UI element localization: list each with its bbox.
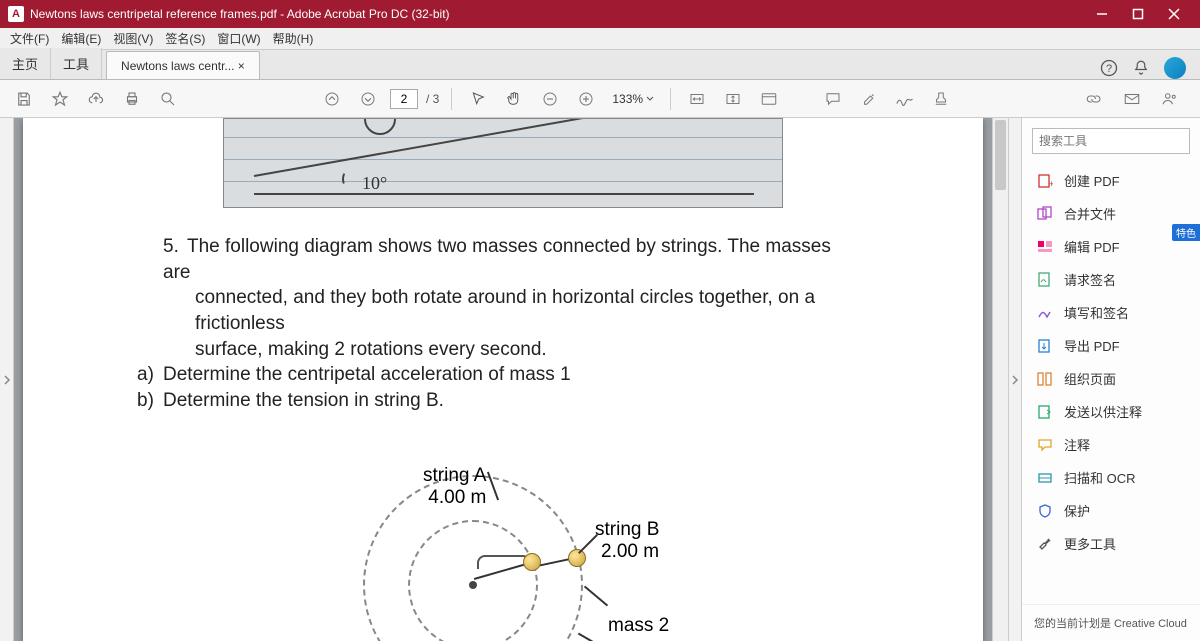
window-title: Newtons laws centripetal reference frame… [30, 7, 1084, 21]
tool-send-comment[interactable]: 发送以供注释 [1022, 395, 1200, 428]
tool-fill-sign[interactable]: 填写和签名 [1022, 296, 1200, 329]
menu-help[interactable]: 帮助(H) [267, 30, 320, 47]
vertical-scrollbar[interactable] [992, 118, 1008, 641]
tools-panel: 特色 +创建 PDF 合并文件 编辑 PDF 请求签名 填写和签名 导出 PDF… [1022, 118, 1200, 641]
document-pane[interactable]: 10° 5.The following diagram shows two ma… [14, 118, 992, 641]
page-up-icon[interactable] [318, 85, 346, 113]
circular-motion-diagram: string A 4.00 m string B 2.00 m mass 2 m… [333, 425, 693, 641]
menu-file[interactable]: 文件(F) [4, 30, 55, 47]
tool-comment[interactable]: 注释 [1022, 428, 1200, 461]
page-down-icon[interactable] [354, 85, 382, 113]
tool-create-pdf[interactable]: +创建 PDF [1022, 164, 1200, 197]
page-number-input[interactable] [390, 89, 418, 109]
send-comment-icon [1036, 403, 1054, 421]
tabs-bar: 主页 工具 Newtons laws centr... × ? [0, 50, 1200, 80]
wrench-icon [1036, 535, 1054, 553]
left-panel-toggle[interactable] [0, 118, 14, 641]
zoom-out-icon[interactable] [536, 85, 564, 113]
export-pdf-icon [1036, 337, 1054, 355]
sign-pen-icon[interactable] [891, 85, 919, 113]
fit-page-icon[interactable] [719, 85, 747, 113]
nav-tools[interactable]: 工具 [51, 48, 102, 79]
acrobat-app-icon: A [8, 6, 24, 22]
user-avatar[interactable] [1164, 57, 1186, 79]
menu-sign[interactable]: 签名(S) [159, 30, 211, 47]
print-icon[interactable] [118, 85, 146, 113]
scanned-diagram-1: 10° [223, 118, 783, 208]
label-mass-2: mass 2 [608, 615, 669, 637]
tool-export-pdf[interactable]: 导出 PDF [1022, 329, 1200, 362]
menu-edit[interactable]: 编辑(E) [55, 30, 107, 47]
protect-icon [1036, 502, 1054, 520]
tool-organize[interactable]: 组织页面 [1022, 362, 1200, 395]
maximize-button[interactable] [1120, 0, 1156, 28]
combine-icon [1036, 205, 1054, 223]
highlight-icon[interactable] [855, 85, 883, 113]
scroll-thumb[interactable] [995, 120, 1006, 190]
create-pdf-icon: + [1036, 172, 1054, 190]
document-tab[interactable]: Newtons laws centr... × [106, 51, 260, 79]
main-area: 10° 5.The following diagram shows two ma… [0, 118, 1200, 641]
zoom-in-icon[interactable] [572, 85, 600, 113]
tool-scan-ocr[interactable]: 扫描和 OCR [1022, 461, 1200, 494]
request-sign-icon [1036, 271, 1054, 289]
find-icon[interactable] [154, 85, 182, 113]
minimize-button[interactable] [1084, 0, 1120, 28]
link-icon[interactable] [1080, 85, 1108, 113]
people-icon[interactable] [1156, 85, 1184, 113]
pdf-page: 10° 5.The following diagram shows two ma… [23, 118, 983, 641]
fit-width-icon[interactable] [683, 85, 711, 113]
feature-badge: 特色 [1172, 224, 1200, 241]
svg-text:+: + [1049, 179, 1053, 189]
select-tool-icon[interactable] [464, 85, 492, 113]
close-button[interactable] [1156, 0, 1192, 28]
label-string-a: string A 4.00 m [423, 465, 486, 509]
tool-more[interactable]: 更多工具 [1022, 527, 1200, 560]
menu-window[interactable]: 窗口(W) [211, 30, 266, 47]
right-panel-toggle[interactable] [1008, 118, 1022, 641]
email-icon[interactable] [1118, 85, 1146, 113]
menu-bar: 文件(F) 编辑(E) 视图(V) 签名(S) 窗口(W) 帮助(H) [0, 28, 1200, 50]
add-comment-icon[interactable] [819, 85, 847, 113]
zoom-dropdown[interactable]: 133% [608, 92, 658, 106]
tool-request-sign[interactable]: 请求签名 [1022, 263, 1200, 296]
label-string-b: string B 2.00 m [595, 519, 659, 563]
edit-pdf-icon [1036, 238, 1054, 256]
nav-home[interactable]: 主页 [0, 48, 51, 79]
toolbar: / 3 133% [0, 80, 1200, 118]
problem-5: 5.The following diagram shows two masses… [163, 234, 863, 413]
tool-protect[interactable]: 保护 [1022, 494, 1200, 527]
fill-sign-icon [1036, 304, 1054, 322]
search-tools-input[interactable] [1032, 128, 1190, 154]
comment-icon [1036, 436, 1054, 454]
help-icon[interactable]: ? [1100, 59, 1118, 77]
organize-icon [1036, 370, 1054, 388]
hand-tool-icon[interactable] [500, 85, 528, 113]
plan-footer: 您的当前计划是 Creative Cloud [1022, 604, 1200, 641]
menu-view[interactable]: 视图(V) [107, 30, 159, 47]
cloud-upload-icon[interactable] [82, 85, 110, 113]
bell-icon[interactable] [1132, 59, 1150, 77]
tab-label: Newtons laws centr... × [121, 59, 245, 73]
scan-ocr-icon [1036, 469, 1054, 487]
star-icon[interactable] [46, 85, 74, 113]
title-bar: A Newtons laws centripetal reference fra… [0, 0, 1200, 28]
read-mode-icon[interactable] [755, 85, 783, 113]
angle-label: 10° [362, 173, 387, 194]
stamp-icon[interactable] [927, 85, 955, 113]
save-icon[interactable] [10, 85, 38, 113]
svg-text:?: ? [1106, 63, 1112, 75]
q5-number: 5. [163, 234, 187, 260]
page-total: / 3 [426, 92, 439, 106]
